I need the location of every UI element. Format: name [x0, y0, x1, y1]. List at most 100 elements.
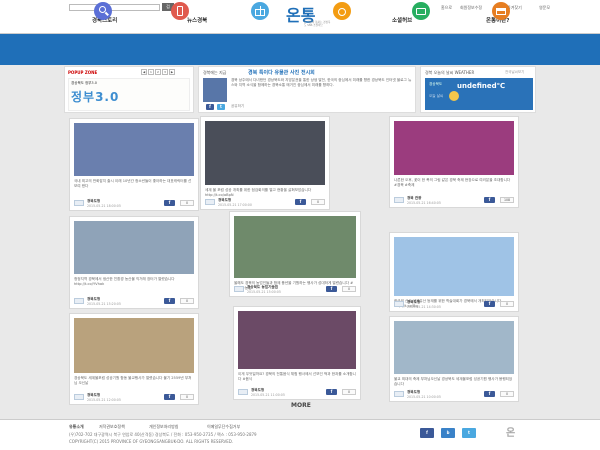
like-count[interactable]: 0 [180, 200, 194, 206]
twitter-share-button[interactable]: t [217, 104, 225, 110]
author-avatar [394, 197, 404, 203]
store-icon [492, 2, 510, 20]
weather-box: 경상북도 undefined℃ 오늘 날씨 [425, 78, 533, 110]
notice-thumbnail[interactable] [203, 78, 227, 102]
like-count[interactable]: 0 [311, 199, 325, 205]
author-avatar [205, 199, 215, 205]
menu-life-tips[interactable]: 생활의 팁 [86, 2, 120, 31]
like-count[interactable]: 0 [500, 301, 514, 307]
post-date: 2015-05-21 11:00:05 [251, 393, 285, 397]
like-count[interactable]: 108 [500, 197, 514, 203]
menu-travel[interactable]: 여행정보 [404, 2, 438, 31]
footer-link[interactable]: 이메일무단수집거부 [207, 424, 240, 430]
popup-page[interactable]: 1 [148, 69, 154, 75]
popup-pager: ◀ 1 2 3 ▶ [140, 69, 175, 75]
post-date: 2015-05-21 12:00:05 [87, 398, 121, 402]
feed-card[interactable]: 세계 물 포럼 성공 개최를 위한 점검회의를 열고 현황을 살펴보았습니다 h… [200, 116, 330, 210]
post-date: 2015-05-21 16:40:05 [407, 201, 441, 205]
twitter-icon[interactable]: t [462, 428, 476, 438]
notice-body: 경북 상주에서 다녀왔던 경상북도와 지방분권을 통한 상생 발전, 한국의 중… [231, 78, 412, 87]
popup-zone: POPUP ZONE ◀ 1 2 3 ▶ 경상북도 정부3.0 정부3.0 [64, 66, 194, 113]
banner-title: 정부3.0 [71, 90, 120, 104]
author-avatar [74, 298, 84, 304]
topnav-profile[interactable]: 회원정보수정 [460, 5, 482, 11]
feed-card[interactable]: 이게 무엇일까요? 경북의 전통음식 체험 행사에서 선보인 떡과 한과를 소개… [233, 306, 361, 400]
notice-headline[interactable]: 경북 특이다 유물관 사진 전시회 [248, 69, 315, 76]
card-photo[interactable] [394, 121, 514, 175]
author-avatar [238, 389, 248, 395]
feed-card[interactable]: 나른한 오후, 꽃이 한 폭의 그림 같은 경북 축제 현장으로 여러분을 초대… [389, 116, 519, 208]
author-avatar [74, 394, 84, 400]
footer-link[interactable]: 개인정보처리방침 [149, 424, 178, 430]
gift-icon [251, 2, 269, 20]
card-photo[interactable] [74, 123, 194, 176]
feed-card[interactable]: 불교 최대의 축제 부처님오신날 경상북도 세계물포럼 성공기원 행사가 봉행되… [389, 316, 519, 402]
footer-link[interactable]: 유통소개 [69, 424, 84, 430]
topnav-home[interactable]: 홈으로 [441, 5, 452, 11]
post-date: 2015-05-21 18:00:05 [87, 204, 121, 208]
post-date: 2015-05-21 10:00:05 [407, 395, 441, 399]
facebook-icon[interactable]: f [484, 301, 495, 307]
popup-page[interactable]: 3 [162, 69, 168, 75]
card-photo[interactable] [74, 318, 194, 373]
blog-icon[interactable]: b [441, 428, 455, 438]
facebook-icon[interactable]: f [326, 389, 337, 395]
weather-temp: undefined℃ [457, 82, 506, 90]
popup-banner[interactable]: 경상북도 정부3.0 정부3.0 [68, 78, 190, 111]
feed-card[interactable]: 청정지역 경북에서 생산한 친환경 농산물 직거래 장터가 열렸습니다 http… [69, 216, 199, 309]
footer-link[interactable]: 저작권보호정책 [99, 424, 125, 430]
card-photo[interactable] [238, 311, 356, 369]
card-footer: 경북도청 2015-05-21 14:30:05 f 0 [394, 300, 514, 310]
facebook-icon[interactable]: f [295, 199, 306, 205]
like-count[interactable]: 0 [180, 298, 194, 304]
facebook-share-button[interactable]: f [206, 104, 214, 110]
weather-panel: 경북 오늘의 날씨 WEATHER 전국날씨보기 경상북도 undefined℃… [420, 66, 536, 113]
weather-link[interactable]: 전국날씨보기 [505, 70, 524, 75]
author-avatar [394, 301, 404, 307]
feed-card[interactable]: 올해도 경북의 농업인들과 함께 풍년을 기원하는 행사가 성대하게 열렸습니다… [229, 211, 361, 297]
facebook-icon[interactable]: f [484, 391, 495, 397]
card-photo[interactable] [394, 321, 514, 374]
menu-label: 이벤트 [254, 22, 266, 27]
more-button[interactable]: MORE [291, 402, 311, 409]
menu-contests[interactable]: 공모정보 [325, 2, 359, 31]
footer-copyright: COPYRIGHT(C) 2015 PROVINCE OF GYEONGSANG… [69, 439, 234, 444]
card-photo[interactable] [234, 216, 356, 278]
popup-prev-button[interactable]: ◀ [141, 69, 147, 75]
author-avatar [74, 200, 84, 206]
menu-label: 생활의 팁 [95, 22, 111, 27]
like-count[interactable]: 0 [500, 391, 514, 397]
popup-next-button[interactable]: ▶ [169, 69, 175, 75]
facebook-icon[interactable]: f [164, 298, 175, 304]
quick-menu-bar [0, 34, 600, 65]
card-text: 경상북도 세계물포럼 성공기원 합동 불교행사가 열렸습니다 불기 2559년 … [74, 376, 192, 385]
card-footer: 경북도청 2015-05-21 12:00:05 f 0 [74, 393, 194, 403]
card-footer: 경북도청 2015-05-21 15:20:05 f 0 [74, 297, 194, 307]
card-photo[interactable] [394, 237, 514, 296]
facebook-icon[interactable]: f [326, 286, 337, 292]
post-date: 2015-05-21 14:30:05 [407, 305, 441, 309]
like-count[interactable]: 0 [342, 389, 356, 395]
facebook-icon[interactable]: f [420, 428, 434, 438]
feed-card[interactable]: 한국의 산사 세계유산 등재를 위한 학술대회가 경북에서 개최되었습니다 ht… [389, 232, 519, 312]
card-photo[interactable] [74, 221, 194, 274]
card-photo[interactable] [205, 121, 325, 185]
popup-page[interactable]: 2 [155, 69, 161, 75]
menu-good-stores[interactable]: 착한업소 [484, 2, 518, 31]
weather-place: 경상북도 [429, 82, 443, 86]
card-footer: 경상북도 농업기술원 2015-05-21 15:00:05 f 0 [234, 285, 356, 295]
feed-card[interactable]: 경상북도 세계물포럼 성공기원 합동 불교행사가 열렸습니다 불기 2559년 … [69, 313, 199, 405]
menu-events[interactable]: 이벤트 [243, 2, 277, 31]
menu-recommended-apps[interactable]: 추천앱 [163, 2, 197, 31]
popup-title: POPUP ZONE [68, 70, 98, 75]
post-date: 2015-05-21 15:20:05 [87, 302, 121, 306]
facebook-icon[interactable]: f [164, 200, 175, 206]
like-count[interactable]: 0 [180, 394, 194, 400]
topnav-english[interactable]: 영문모 [539, 5, 550, 11]
feed-card[interactable]: 국내 최고의 만화잡지 출시 이래 10년간 청소년들이 좋아하는 대표캐릭터를… [69, 118, 199, 211]
like-count[interactable]: 0 [342, 286, 356, 292]
card-footer: 경북도청 2015-05-21 11:00:05 f 0 [238, 388, 356, 398]
facebook-icon[interactable]: f [484, 197, 495, 203]
facebook-icon[interactable]: f [164, 394, 175, 400]
share-label: 공유하기 [231, 104, 245, 108]
